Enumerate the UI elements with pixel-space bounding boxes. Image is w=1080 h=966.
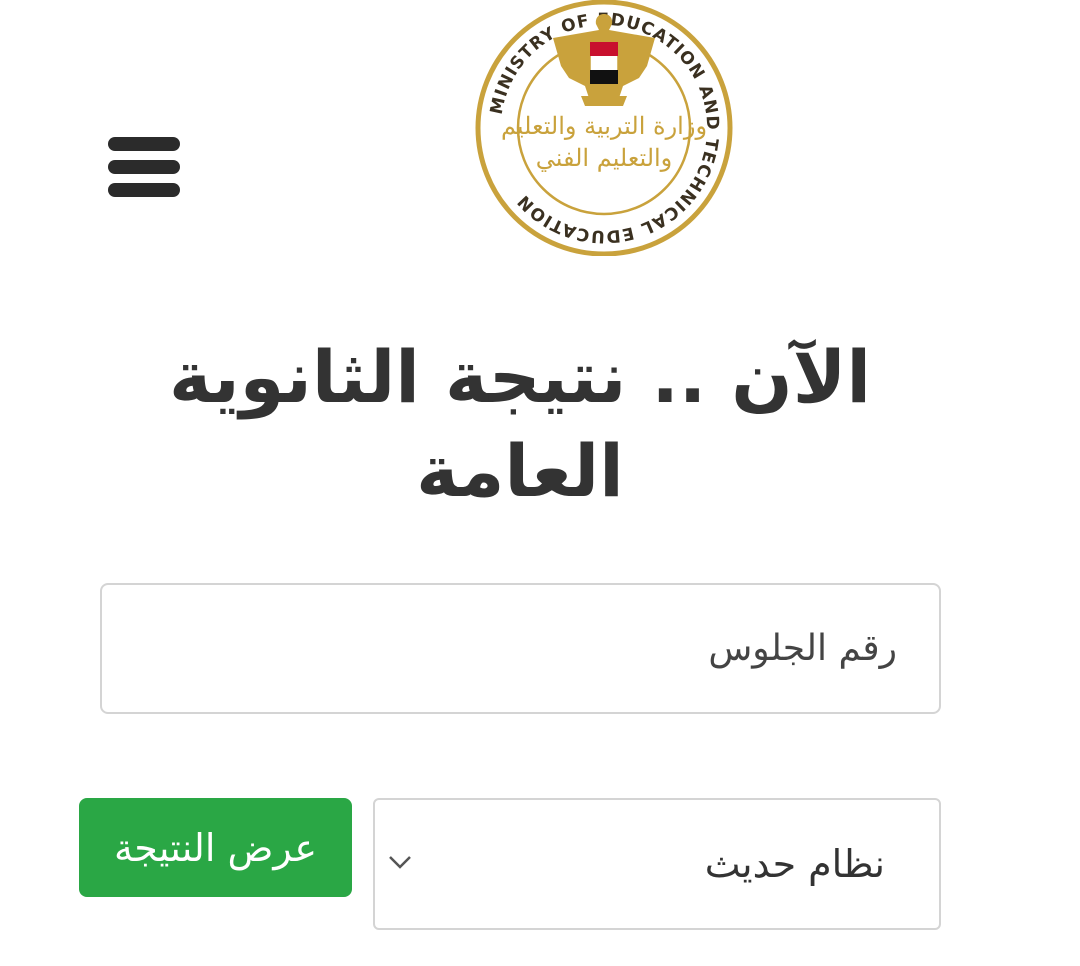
page: MINISTRY OF EDUCATION AND TECHNICAL EDUC… bbox=[0, 0, 1080, 966]
chevron-down-icon bbox=[389, 856, 411, 869]
menu-bar bbox=[108, 160, 180, 174]
select-value: نظام حديث bbox=[704, 842, 885, 886]
svg-text:والتعليم الفني: والتعليم الفني bbox=[536, 144, 673, 172]
svg-text:وزارة التربية والتعليم: وزارة التربية والتعليم bbox=[501, 112, 707, 140]
page-title: الآن .. نتيجة الثانوية العامة bbox=[168, 335, 872, 513]
ministry-seal-icon: MINISTRY OF EDUCATION AND TECHNICAL EDUC… bbox=[475, 0, 733, 257]
menu-bar bbox=[108, 137, 180, 151]
education-system-select[interactable]: نظام حديث bbox=[373, 798, 941, 930]
hamburger-menu-icon[interactable] bbox=[108, 137, 180, 197]
seat-number-input[interactable] bbox=[100, 583, 941, 714]
menu-bar bbox=[108, 183, 180, 197]
ministry-logo: MINISTRY OF EDUCATION AND TECHNICAL EDUC… bbox=[473, 0, 735, 257]
show-result-button[interactable]: عرض النتيجة bbox=[79, 798, 352, 897]
